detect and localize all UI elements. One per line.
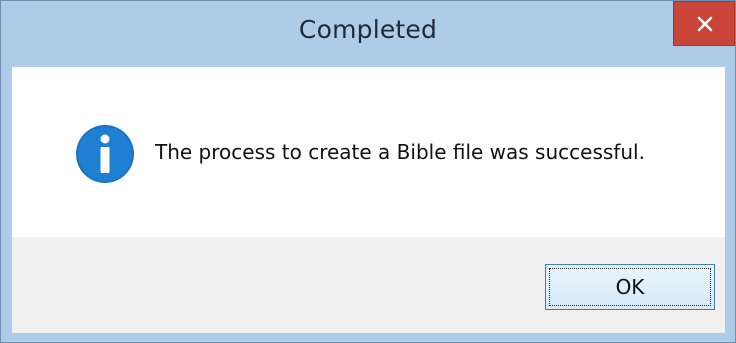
close-icon — [697, 16, 713, 32]
window-title: Completed — [298, 15, 438, 44]
ok-button[interactable]: OK — [545, 264, 715, 310]
title-bar[interactable]: Completed — [1, 1, 735, 67]
ok-button-label: OK — [615, 275, 645, 299]
dialog-client-area: The process to create a Bible file was s… — [12, 67, 725, 333]
dialog-window: Completed The process to create a Bible … — [0, 0, 736, 343]
message-text: The process to create a Bible file was s… — [155, 140, 645, 164]
button-footer: OK — [12, 237, 725, 333]
info-icon — [76, 125, 134, 183]
close-button[interactable] — [673, 1, 735, 46]
message-area: The process to create a Bible file was s… — [12, 67, 725, 237]
